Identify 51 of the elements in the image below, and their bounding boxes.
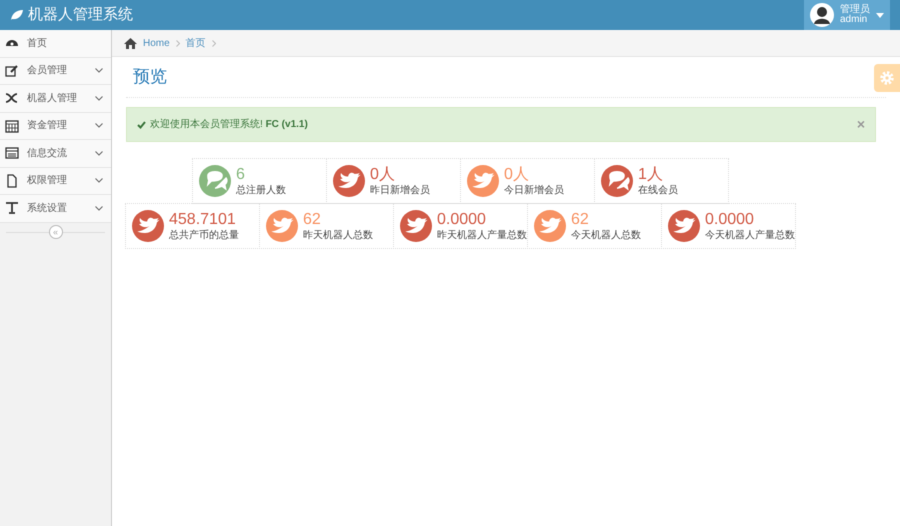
- settings-button[interactable]: [874, 64, 900, 92]
- chevron-right-icon: [212, 40, 216, 46]
- stat-label: 今天机器人总数: [571, 228, 641, 242]
- chevron-down-icon: [95, 68, 103, 74]
- avatar-icon: [810, 3, 834, 27]
- stat-label: 今天机器人产量总数: [705, 228, 795, 242]
- stat-value: 6: [236, 166, 246, 184]
- sidebar-item[interactable]: 会员管理: [0, 58, 111, 85]
- chevron-down-icon: [95, 150, 103, 156]
- home-icon: [124, 38, 137, 48]
- welcome-message: 欢迎使用本会员管理系统! FC (v1.1): [150, 118, 308, 132]
- sidebar-item[interactable]: 信息交流: [0, 140, 111, 168]
- user-name: admin: [840, 15, 868, 25]
- stat-label: 总共产币的总量: [169, 228, 239, 242]
- list-icon: [5, 146, 19, 160]
- app-title: 机器人管理系统: [28, 4, 133, 25]
- chevron-down-icon: [95, 96, 103, 101]
- leaf-icon: [10, 9, 24, 21]
- stat-value: 1人: [638, 166, 664, 184]
- edit-icon: [5, 64, 19, 78]
- sidebar-item[interactable]: 系统设置: [0, 195, 111, 222]
- file-icon: [5, 174, 19, 188]
- sidebar-item[interactable]: 资金管理: [0, 112, 111, 140]
- chevron-down-icon: [95, 123, 103, 128]
- stat-value: 0.0000: [437, 210, 487, 228]
- stat-label: 在线会员: [638, 184, 678, 196]
- stat-label: 总注册人数: [236, 184, 286, 196]
- sidebar-item[interactable]: 首页: [0, 30, 111, 58]
- user-role: 管理员: [840, 5, 870, 15]
- shuffle-icon: [5, 91, 19, 106]
- stat-value: 458.7101: [169, 210, 237, 228]
- stat-value: 0人: [370, 166, 396, 184]
- stat-value: 0人: [504, 166, 530, 184]
- chevron-down-icon: [95, 178, 103, 184]
- stat-label: 昨天机器人总数: [303, 228, 373, 242]
- stat-label: 昨日新增会员: [370, 184, 430, 196]
- stat-value: 62: [303, 210, 322, 228]
- check-icon: [137, 120, 146, 128]
- sidebar-item[interactable]: 机器人管理: [0, 85, 111, 112]
- stat-label: 昨天机器人产量总数: [437, 228, 527, 242]
- chevron-right-icon: [176, 40, 180, 46]
- chevron-down-icon: [95, 206, 103, 211]
- caret-icon: [876, 12, 884, 18]
- stat-value: 62: [571, 210, 590, 228]
- calendar-icon: [5, 118, 19, 133]
- settings-icon: [880, 71, 894, 85]
- text-icon: [5, 201, 19, 216]
- stat-value: 0.0000: [705, 210, 755, 228]
- stat-label: 今日新增会员: [504, 184, 564, 196]
- sidebar-item[interactable]: 权限管理: [0, 168, 111, 195]
- page-title: 预览: [132, 66, 167, 88]
